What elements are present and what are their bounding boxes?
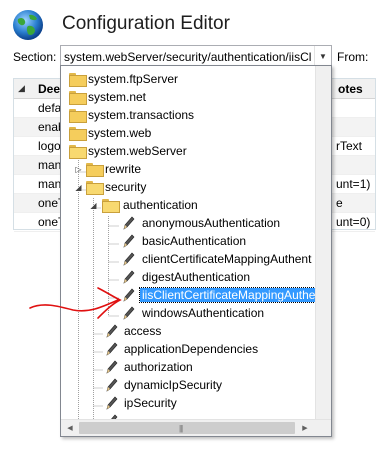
collapse-icon[interactable]: ◢	[89, 201, 98, 210]
tree-item-label: ipSecurity	[124, 396, 177, 410]
grid-header-notes[interactable]: otes	[338, 82, 363, 96]
section-combo-value: system.webServer/security/authentication…	[64, 50, 312, 64]
tree-item-label: access	[124, 324, 162, 338]
vertical-scrollbar[interactable]	[315, 66, 331, 419]
collapse-icon[interactable]: ◢	[18, 83, 25, 94]
tree-item-security[interactable]: ◢ security	[61, 178, 317, 196]
horizontal-scrollbar[interactable]: ◀ ||| ▶	[61, 419, 331, 436]
folder-icon	[69, 109, 87, 123]
tree-item-system-web[interactable]: system.web	[61, 124, 317, 142]
folder-icon	[69, 127, 87, 141]
tree-item-label: anonymousAuthentication	[142, 216, 281, 230]
grid-cell: unt=1)	[336, 177, 371, 191]
tree-item-label: applicationDependencies	[124, 342, 259, 356]
tree-item-application-dependencies[interactable]: applicationDependencies	[61, 340, 317, 358]
grid-header-name[interactable]: Dee	[38, 82, 60, 96]
tree-item-rewrite[interactable]: ▷ rewrite	[61, 160, 317, 178]
pencil-icon	[106, 342, 118, 356]
tree-item-basic-authentication[interactable]: basicAuthentication	[61, 232, 317, 250]
annotation-arrow	[29, 287, 122, 319]
pencil-icon	[123, 216, 135, 230]
grid-cell: unt=0)	[336, 215, 371, 229]
grid-cell: defa	[38, 101, 62, 115]
section-label: Section:	[13, 50, 57, 64]
open-folder-icon	[69, 145, 87, 159]
folder-icon	[69, 91, 87, 105]
folder-icon	[69, 73, 87, 87]
tree-item-label: system.webServer	[88, 144, 187, 158]
pencil-icon	[106, 378, 118, 392]
scroll-thumb[interactable]: |||	[79, 422, 295, 434]
tree-item-label: windowsAuthentication	[142, 306, 265, 320]
grid-cell: e	[336, 196, 343, 210]
globe-icon	[13, 10, 43, 40]
tree-item-anonymous-authentication[interactable]: anonymousAuthentication	[61, 214, 317, 232]
tree-item-label: digestAuthentication	[142, 270, 251, 284]
tree-item-label: security	[105, 180, 147, 194]
tree-item-client-certificate-mapping-authentication[interactable]: clientCertificateMappingAuthent	[61, 250, 317, 268]
collapse-icon[interactable]: ◢	[74, 183, 83, 192]
grip-icon: |||	[179, 424, 183, 433]
page-title: Configuration Editor	[62, 13, 230, 34]
tree-item-system-webserver[interactable]: system.webServer	[61, 142, 317, 160]
scroll-left-icon[interactable]: ◀	[62, 420, 78, 436]
chevron-down-icon[interactable]: ▼	[314, 46, 331, 66]
tree-item-authorization[interactable]: authorization	[61, 358, 317, 376]
from-label: From:	[337, 50, 369, 64]
tree-item-ip-security[interactable]: ipSecurity	[61, 394, 317, 412]
open-folder-icon	[102, 199, 120, 213]
tree-item-label: system.web	[88, 126, 152, 140]
pencil-icon	[106, 396, 118, 410]
tree-item-authentication[interactable]: ◢ authentication	[61, 196, 317, 214]
tree-item-label: clientCertificateMappingAuthent	[142, 252, 312, 266]
tree-item-system-transactions[interactable]: system.transactions	[61, 106, 317, 124]
section-combo[interactable]: system.webServer/security/authentication…	[60, 45, 332, 67]
tree-item-label-selected: iisClientCertificateMappingAuthe	[138, 287, 319, 303]
tree-item-label: authentication	[123, 198, 198, 212]
pencil-icon	[123, 252, 135, 266]
tree-item-label: system.ftpServer	[88, 72, 179, 86]
tree-item-label: authorization	[124, 360, 193, 374]
tree-item-label: rewrite	[105, 162, 142, 176]
folder-icon	[86, 163, 104, 177]
pencil-icon	[106, 360, 118, 374]
tree-item-label: system.net	[88, 90, 147, 104]
grid-cell: logo	[38, 139, 61, 153]
scroll-right-icon[interactable]: ▶	[297, 420, 313, 436]
tree-item-label: system.transactions	[88, 108, 195, 122]
expand-icon[interactable]: ▷	[74, 165, 83, 174]
grid-cell: man	[38, 177, 62, 191]
tree-item-system-net[interactable]: system.net	[61, 88, 317, 106]
open-folder-icon	[86, 181, 104, 195]
pencil-icon	[123, 234, 135, 248]
grid-cell: man	[38, 158, 62, 172]
tree-item-dynamic-ip-security[interactable]: dynamicIpSecurity	[61, 376, 317, 394]
section-dropdown[interactable]: system.ftpServer system.net system.trans…	[60, 65, 332, 437]
tree-item-label: dynamicIpSecurity	[124, 378, 223, 392]
grid-cell: rText	[336, 139, 363, 153]
tree-item-system-ftpserver[interactable]: system.ftpServer	[61, 70, 317, 88]
tree-item-label: basicAuthentication	[142, 234, 247, 248]
